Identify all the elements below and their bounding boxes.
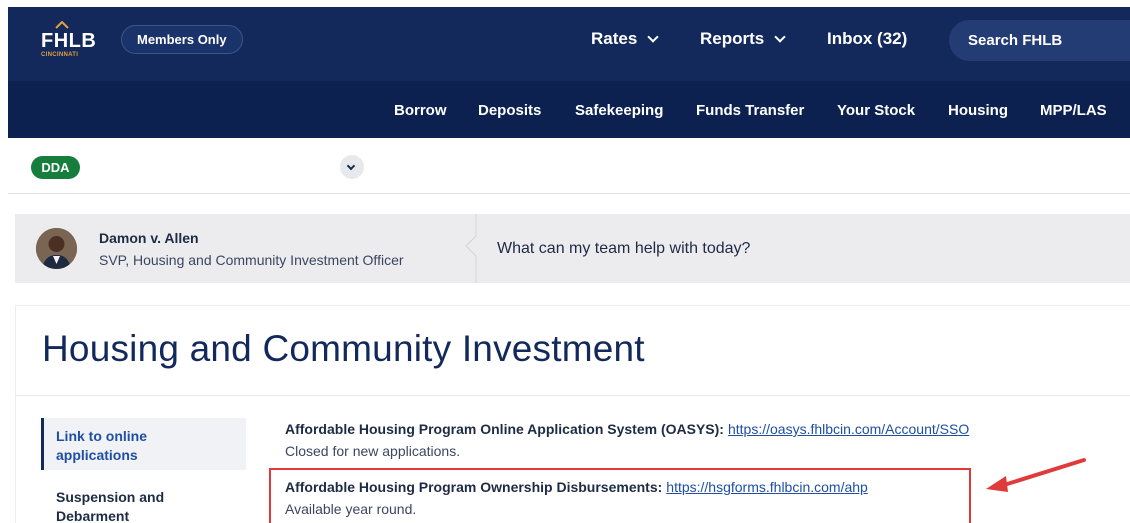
content-item-heading: Affordable Housing Program Online Applic… <box>285 421 969 437</box>
fhlb-logo[interactable]: FHLB CINCINNATI <box>41 21 96 61</box>
chevron-down-icon <box>346 161 356 171</box>
chevron-down-icon <box>647 30 659 43</box>
nav-inbox-label: Inbox (32) <box>827 29 908 48</box>
sidebar-item-label: applications <box>56 447 138 463</box>
sidebar-item-label: Suspension and <box>56 489 165 505</box>
content-item-title: Affordable Housing Program Online Applic… <box>285 421 724 437</box>
contact-title: SVP, Housing and Community Investment Of… <box>99 252 404 268</box>
divider <box>15 395 1130 396</box>
nav-reports-label: Reports <box>700 29 765 48</box>
divider <box>8 193 1130 194</box>
contact-name: Damon v. Allen <box>99 230 199 246</box>
members-only-badge[interactable]: Members Only <box>121 25 243 54</box>
sub-navigation: Borrow Deposits Safekeeping Funds Transf… <box>8 81 1130 138</box>
search-input[interactable]: Search FHLB <box>949 20 1130 61</box>
nav-rates[interactable]: Rates <box>591 29 659 49</box>
sidebar-item-suspension-debarment[interactable]: Suspension and Debarment <box>56 488 164 523</box>
roof-icon <box>55 21 69 29</box>
highlight-box <box>269 468 971 523</box>
nav-rates-label: Rates <box>591 29 638 48</box>
content-item-note: Closed for new applications. <box>285 443 461 459</box>
subnav-safekeeping[interactable]: Safekeeping <box>575 102 663 119</box>
subnav-mpp-las[interactable]: MPP/LAS <box>1040 102 1107 119</box>
contact-banner: Damon v. Allen SVP, Housing and Communit… <box>15 214 1130 283</box>
subnav-deposits[interactable]: Deposits <box>478 102 541 119</box>
account-badge: DDA <box>31 156 80 179</box>
logo-subtext: CINCINNATI <box>41 52 79 58</box>
nav-inbox[interactable]: Inbox (32) <box>827 29 907 49</box>
contact-prompt[interactable]: What can my team help with today? <box>497 240 750 258</box>
account-dropdown-toggle[interactable] <box>340 155 364 179</box>
person-photo-icon <box>36 228 77 269</box>
arrow-pointer-icon <box>986 458 1086 492</box>
subnav-funds-transfer[interactable]: Funds Transfer <box>696 102 804 119</box>
subnav-your-stock[interactable]: Your Stock <box>837 102 915 119</box>
divider-chevron <box>465 214 477 283</box>
sidebar-item-label: Debarment <box>56 508 130 523</box>
logo-text: FHLB <box>41 30 97 52</box>
page-title: Housing and Community Investment <box>42 328 645 369</box>
avatar <box>36 228 77 269</box>
subnav-housing[interactable]: Housing <box>948 102 1008 119</box>
sidebar-item-online-applications[interactable]: Link to online applications <box>56 427 147 465</box>
subnav-borrow[interactable]: Borrow <box>394 102 447 119</box>
sidebar-item-label: Link to online <box>56 428 147 444</box>
top-header: FHLB CINCINNATI Members Only Rates Repor… <box>8 7 1130 81</box>
nav-reports[interactable]: Reports <box>700 29 786 49</box>
oasys-link[interactable]: https://oasys.fhlbcin.com/Account/SSO <box>728 421 969 437</box>
chevron-down-icon <box>774 30 786 43</box>
